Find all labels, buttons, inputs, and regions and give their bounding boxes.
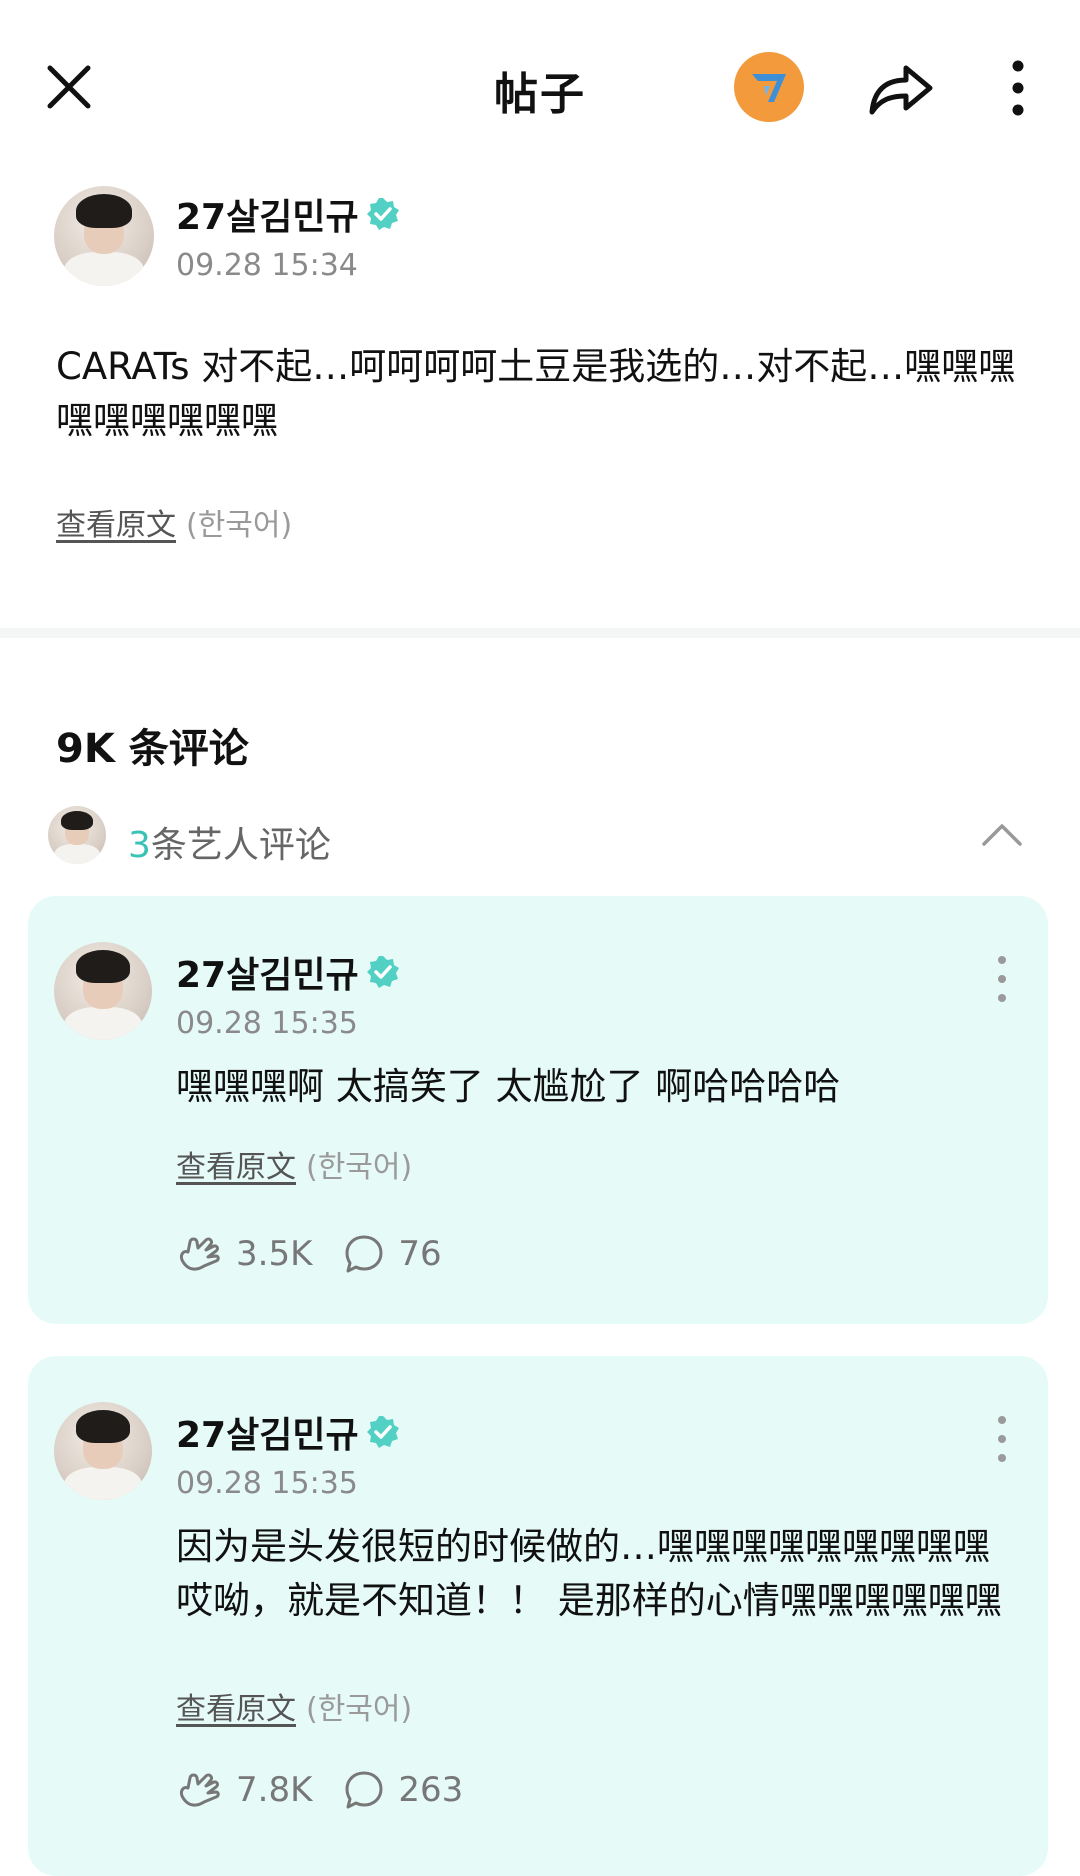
section-divider [0,628,1080,638]
like-count: 7.8K [236,1770,313,1810]
share-icon[interactable] [866,56,936,118]
post-timestamp: 09.28 15:34 [176,248,358,283]
comment-avatar[interactable] [54,1402,152,1500]
original-language: (한국어) [306,1692,413,1727]
cheer-icon [180,1237,220,1271]
artist-comment-count: 3 [128,825,151,866]
reply-count: 76 [398,1234,442,1274]
comment-author[interactable]: 27살김민규 [176,1406,401,1458]
comment-bubble-icon [345,1771,383,1809]
view-original-row: 查看原文 (한국어) [176,1142,412,1186]
post-author[interactable]: 27살김민규 [176,188,401,240]
top-bar: 帖子 [0,0,1080,170]
comment-avatar[interactable] [54,942,152,1040]
artist-comment-card: 27살김민규 09.28 15:35 嘿嘿嘿啊 太搞笑了 太尴尬了 啊哈哈哈哈 … [28,896,1048,1324]
seventeen-logo-icon[interactable] [734,52,804,122]
cheer-icon [180,1773,220,1807]
artist-avatar [48,806,106,864]
view-original-link[interactable]: 查看原文 [56,508,176,543]
like-button[interactable]: 3.5K [176,1232,312,1276]
comment-actions: 3.5K 76 [176,1232,472,1276]
comment-bubble-icon [345,1235,383,1273]
comment-timestamp: 09.28 15:35 [176,1466,358,1501]
verified-badge-icon [366,198,399,230]
post-text: CARATs 对不起…呵呵呵呵土豆是我选的…对不起…嘿嘿嘿嘿嘿嘿嘿嘿嘿 [56,345,1016,442]
like-count: 3.5K [236,1234,313,1274]
reply-button[interactable]: 76 [342,1232,442,1276]
artist-comment-card: 27살김민규 09.28 15:35 因为是头发很短的时候做的…嘿嘿嘿嘿嘿嘿嘿嘿… [28,1356,1048,1876]
comment-text: 嘿嘿嘿啊 太搞笑了 太尴尬了 啊哈哈哈哈 [176,1065,841,1108]
chevron-up-icon[interactable] [980,820,1024,848]
like-button[interactable]: 7.8K [176,1768,312,1812]
verified-badge-icon [366,1416,399,1448]
verified-badge-icon [366,956,399,988]
comment-timestamp: 09.28 15:35 [176,1006,358,1041]
view-original-row: 查看原文 (한국어) [56,500,292,544]
original-language: (한국어) [306,1150,413,1185]
view-original-row: 查看原文 (한국어) [176,1684,412,1728]
original-language: (한국어) [186,508,293,543]
artist-comments-text: 条艺人评论 [150,825,331,866]
view-original-link[interactable]: 查看原文 [176,1692,296,1727]
more-vertical-icon[interactable] [998,58,1038,118]
comment-actions: 7.8K 263 [176,1768,493,1812]
author-name: 27살김민규 [176,197,359,238]
comment-author[interactable]: 27살김민규 [176,946,401,998]
comment-count: 9K 条评论 [56,726,249,772]
reply-count: 263 [398,1770,464,1810]
comment-author-name: 27살김민규 [176,1415,359,1456]
reply-button[interactable]: 263 [342,1768,463,1812]
more-vertical-icon[interactable] [992,1414,1012,1464]
artist-comments-label: 3条艺人评论 [128,816,331,868]
more-vertical-icon[interactable] [992,954,1012,1004]
comment-author-name: 27살김민규 [176,955,359,996]
comment-text: 因为是头发很短的时候做的…嘿嘿嘿嘿嘿嘿嘿嘿嘿哎呦，就是不知道！！ 是那样的心情嘿… [176,1525,1002,1622]
view-original-link[interactable]: 查看原文 [176,1150,296,1185]
author-avatar[interactable] [54,186,154,286]
artist-comments-toggle[interactable]: 3条艺人评论 [48,806,1034,866]
